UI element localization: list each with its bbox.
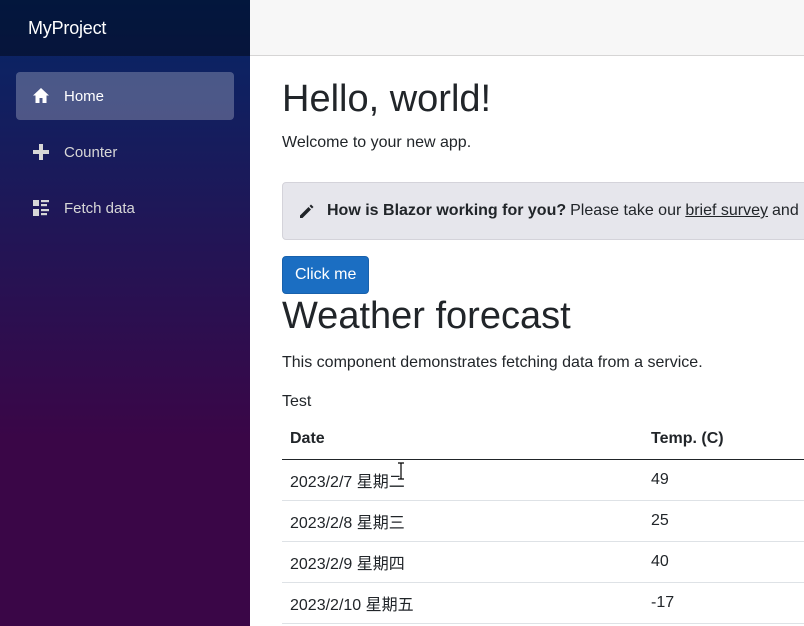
top-row [250,0,804,56]
home-icon [32,87,50,105]
sidebar-item-label: Counter [64,143,118,161]
weather-description: This component demonstrates fetching dat… [282,354,703,371]
column-header-temp: Temp. (C) [643,419,804,460]
forecast-table: Date Temp. (C) 2023/2/7 星期二 49 2023/2/8 … [282,419,804,624]
page-title: Hello, world! [282,78,492,120]
nav-menu: Home Counter Fetch data [0,56,250,232]
sidebar-item-home[interactable]: Home [16,72,234,120]
brand-title[interactable]: MyProject [28,18,106,39]
sidebar-item-counter[interactable]: Counter [16,128,234,176]
survey-prompt: How is Blazor working for you? Please ta… [282,182,804,240]
main-content: Hello, world! Welcome to your new app. H… [282,56,804,624]
cell-date: 2023/2/7 星期二 [282,459,643,501]
click-me-button[interactable]: Click me [282,256,370,294]
sidebar: MyProject Home Counter Fetch data [0,0,250,626]
table-header-row: Date Temp. (C) [282,419,804,460]
column-header-date: Date [282,419,643,460]
survey-link[interactable]: brief survey [685,202,768,220]
survey-prefix: Please take our [570,202,682,219]
table-row: 2023/2/9 星期四 40 [282,541,804,583]
table-row: 2023/2/10 星期五 -17 [282,582,804,624]
list-rich-icon [32,199,50,217]
pencil-icon [297,201,317,221]
weather-heading: Weather forecast [282,295,571,337]
cell-temp: 49 [643,459,804,501]
plus-icon [32,143,50,161]
sidebar-item-fetch-data[interactable]: Fetch data [16,184,234,232]
welcome-text: Welcome to your new app. [282,134,472,151]
cell-date: 2023/2/8 星期三 [282,500,643,542]
app-window: MyProject Home Counter Fetch data Hello,… [0,0,804,626]
sidebar-item-label: Home [64,87,105,105]
cell-temp: 40 [643,541,804,583]
table-row: 2023/2/7 星期二 49 [282,459,804,501]
cell-temp: -17 [643,582,804,624]
survey-suffix: and [772,202,799,219]
table-row: 2023/2/8 星期三 25 [282,500,804,542]
brand-bar: MyProject [0,0,250,56]
sidebar-item-label: Fetch data [64,199,135,217]
cell-date: 2023/2/9 星期四 [282,541,643,583]
test-label: Test [282,393,312,410]
cell-date: 2023/2/10 星期五 [282,582,643,624]
text-cursor-icon [397,461,405,481]
cell-temp: 25 [643,500,804,542]
survey-question: How is Blazor working for you? [327,202,567,219]
